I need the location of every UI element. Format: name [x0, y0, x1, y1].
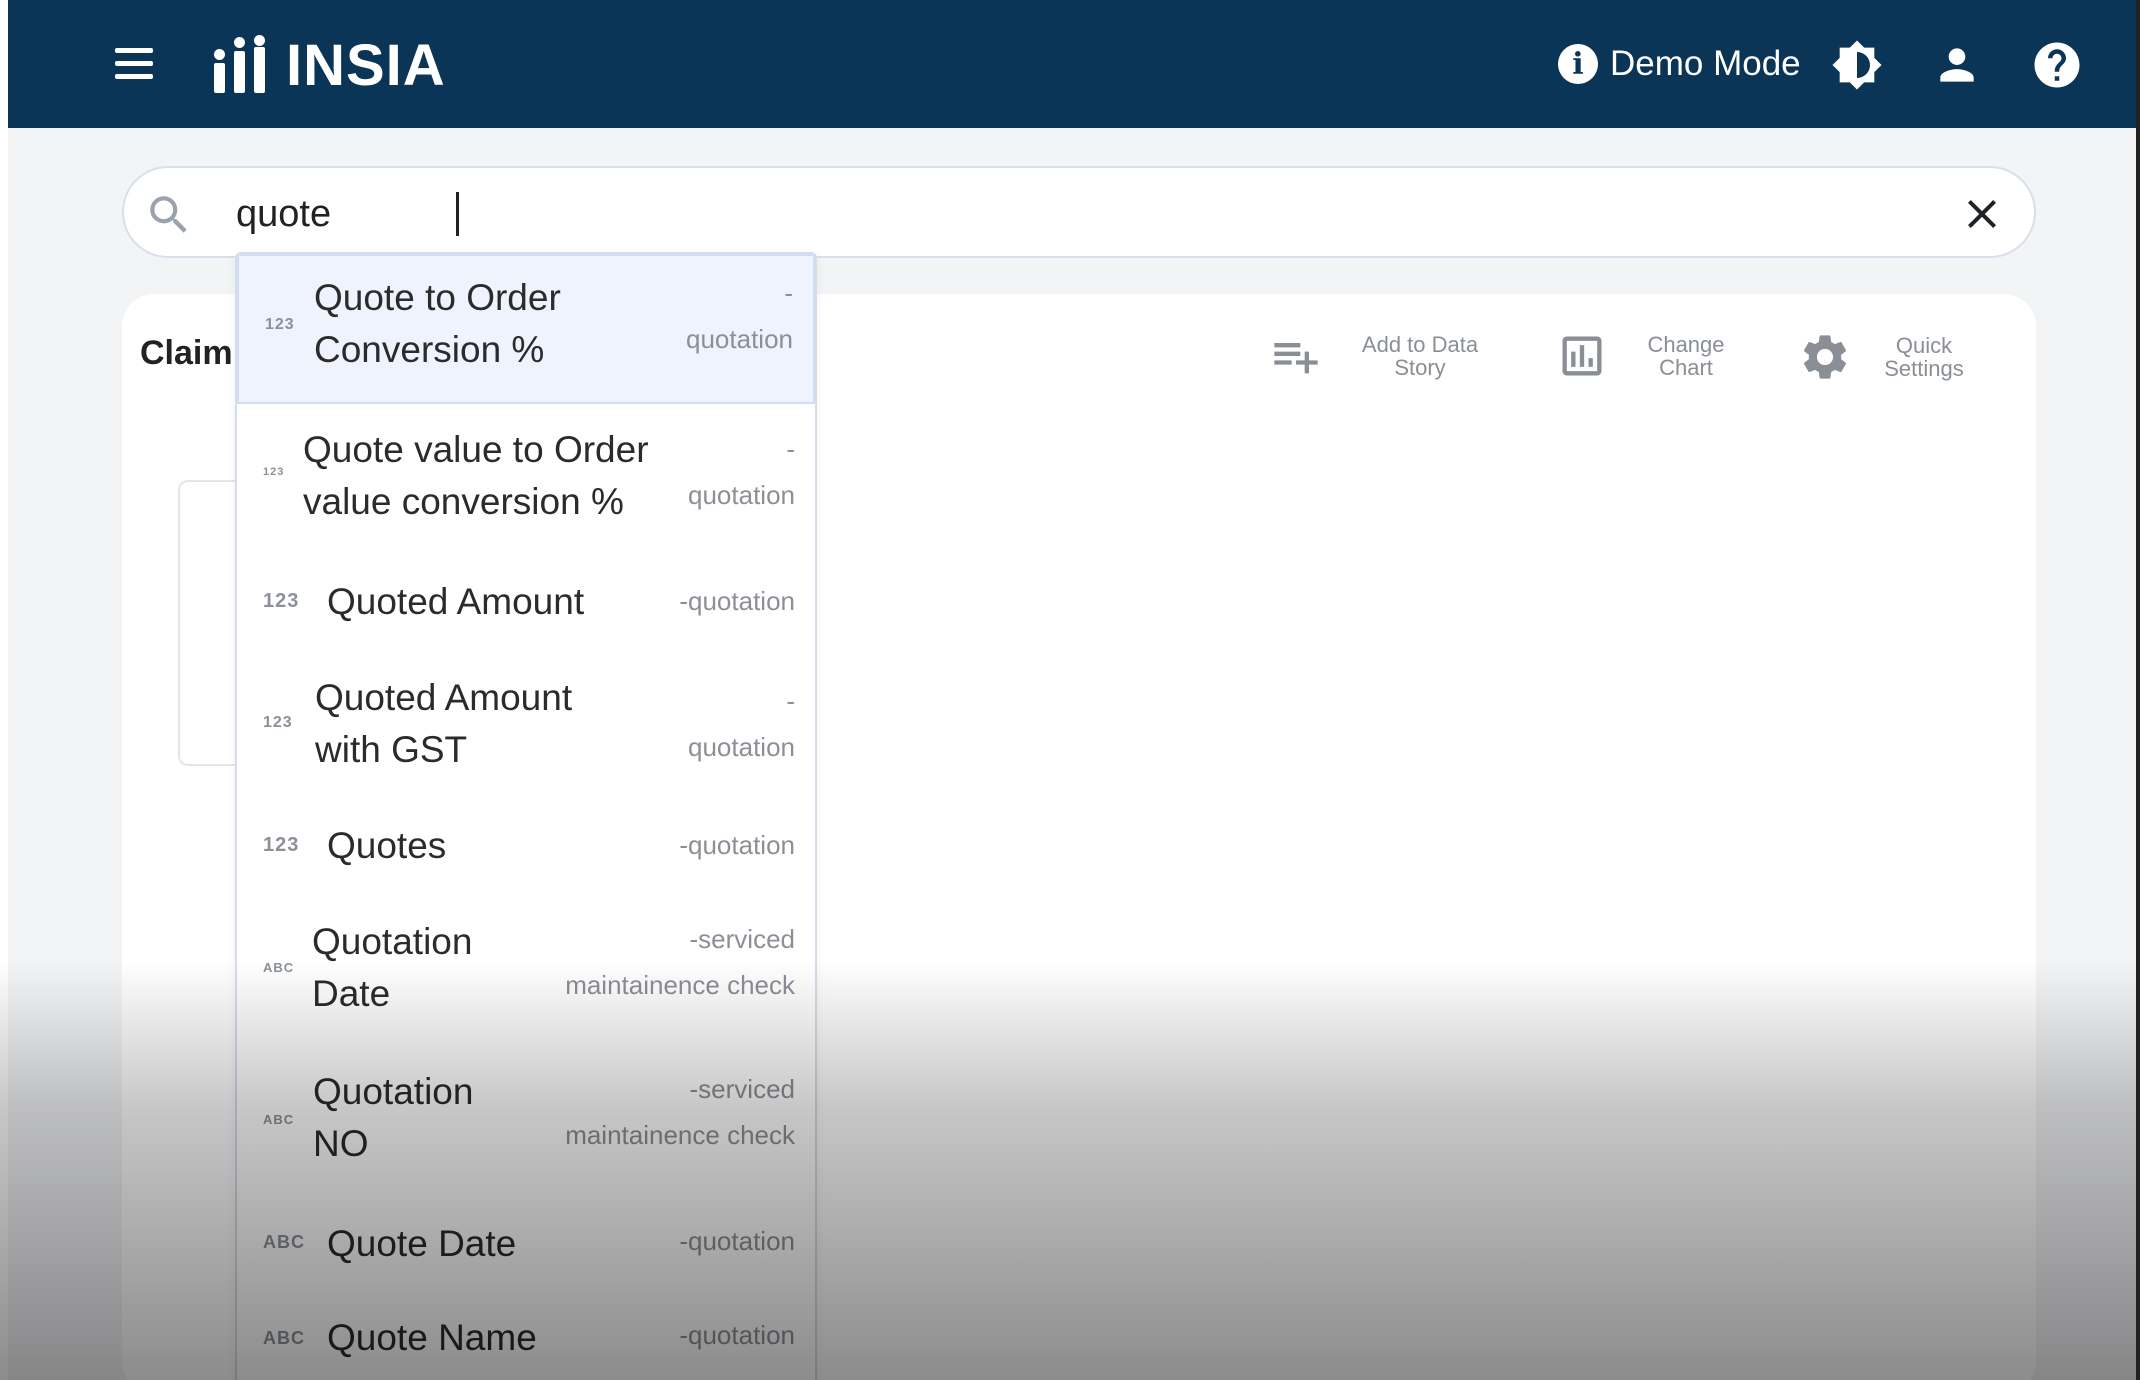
info-icon: i [1558, 44, 1598, 84]
suggestion-item[interactable]: ABC Quotation Date -serviced maintainenc… [237, 896, 815, 1048]
window-edge [0, 0, 8, 1380]
top-navigation-bar: INSIA i Demo Mode [8, 0, 2136, 128]
gear-icon [1803, 335, 1847, 379]
suggestion-item[interactable]: ABC Quotation NO -serviced maintainence … [237, 1048, 815, 1196]
suggestion-source: -serviced maintainence check [565, 924, 795, 1000]
search-suggestions-dropdown: 123 Quote to Order Conversion % - quotat… [235, 252, 817, 1380]
suggestion-source: -quotation [679, 1320, 795, 1350]
demo-mode-indicator[interactable]: i Demo Mode [1558, 42, 1801, 86]
suggestion-source: -quotation [679, 586, 795, 616]
text-type-icon: ABC [263, 1328, 305, 1348]
close-icon[interactable] [1958, 190, 2006, 238]
quick-settings-label: Quick Settings [1884, 333, 1964, 381]
suggestion-source: -quotation [679, 1226, 795, 1256]
numeric-type-icon: 123 [265, 316, 295, 333]
playlist-add-icon [1274, 343, 1318, 374]
suggestion-source: -quotation [679, 830, 795, 860]
help-icon [2034, 42, 2080, 88]
text-type-icon: ABC [263, 1232, 305, 1252]
search-bar[interactable] [122, 166, 2036, 258]
suggestion-source: - quotation [688, 686, 795, 762]
suggestion-label: Quote to Order Conversion % [314, 277, 561, 370]
numeric-type-icon: 123 [263, 590, 300, 612]
card-title: Claim [140, 334, 233, 372]
numeric-type-icon: 123 [263, 834, 300, 856]
user-profile-button[interactable] [1930, 38, 1984, 92]
search-input[interactable] [236, 190, 1916, 238]
suggestion-source: - quotation [686, 278, 793, 354]
suggestion-item[interactable]: ABC Quote Date -quotation [237, 1196, 815, 1292]
suggestion-label: Quotation NO [313, 1071, 474, 1164]
suggestion-item[interactable]: 123 Quote value to Order value conversio… [237, 404, 815, 556]
change-chart-button[interactable]: Change Chart [1556, 330, 1736, 382]
suggestion-item[interactable]: 123 Quoted Amount with GST - quotation [237, 650, 815, 802]
text-type-icon: ABC [263, 960, 295, 975]
suggestion-label: Quoted Amount with GST [315, 677, 573, 770]
numeric-type-icon: 123 [263, 466, 285, 478]
change-chart-label: Change Chart [1647, 332, 1725, 380]
text-cursor [456, 192, 459, 236]
suggestion-item[interactable]: 123 Quote to Order Conversion % - quotat… [237, 254, 815, 404]
suggestion-source: -serviced maintainence check [565, 1074, 795, 1150]
app-logo[interactable]: INSIA [212, 30, 446, 100]
suggestion-label: Quote Date [327, 1223, 517, 1264]
suggestion-label: Quotation Date [312, 921, 473, 1014]
theme-toggle-button[interactable] [1830, 38, 1884, 92]
suggestion-item[interactable]: 123 Quoted Amount -quotation [237, 556, 815, 650]
suggestion-item[interactable]: ABC Quote Name -quotation [237, 1292, 815, 1380]
search-icon [150, 196, 187, 233]
demo-mode-label: Demo Mode [1610, 44, 1801, 83]
help-button[interactable] [2030, 38, 2084, 92]
suggestion-label: Quote value to Order value conversion % [303, 429, 649, 522]
numeric-type-icon: 123 [263, 714, 293, 731]
add-to-data-story-button[interactable]: Add to Data Story [1270, 330, 1490, 382]
insia-logo-icon [212, 35, 268, 95]
bar-chart-icon [1562, 336, 1602, 376]
suggestion-source: - quotation [688, 434, 795, 510]
add-to-data-story-label: Add to Data Story [1361, 332, 1479, 380]
suggestion-item[interactable]: 123 Quotes -quotation [237, 802, 815, 896]
brightness-icon [1832, 40, 1882, 90]
user-icon [1940, 48, 1974, 82]
menu-icon[interactable] [108, 48, 160, 88]
quick-settings-button[interactable]: Quick Settings [1798, 330, 1974, 384]
text-type-icon: ABC [263, 1112, 295, 1127]
suggestion-label: Quoted Amount [327, 581, 585, 622]
suggestion-label: Quotes [327, 825, 447, 866]
suggestion-label: Quote Name [327, 1317, 537, 1358]
window-edge-right [2136, 0, 2140, 1380]
app-name: INSIA [286, 32, 446, 98]
